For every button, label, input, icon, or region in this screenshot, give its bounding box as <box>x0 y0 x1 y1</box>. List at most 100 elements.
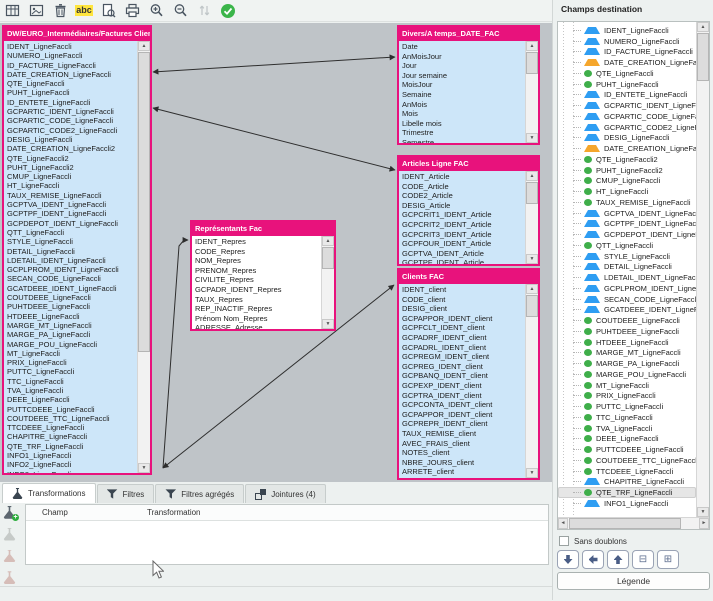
destination-field[interactable]: ID_FACTURE_LigneFaccli <box>558 47 696 58</box>
table-field[interactable]: Libelle mois <box>399 119 525 129</box>
table-field[interactable]: GCPLPROM_IDENT_LigneFaccli <box>4 265 137 274</box>
destination-field[interactable]: HTDEEE_LigneFaccli <box>558 337 696 348</box>
move-down-button[interactable] <box>557 550 579 569</box>
table-field[interactable]: QTE_LigneFaccli2 <box>4 154 137 163</box>
table-field[interactable]: CMUP_LigneFaccli <box>4 172 137 181</box>
destination-field[interactable]: GCATDEEE_IDENT_LigneFaccli <box>558 305 696 316</box>
scroll-thumb[interactable] <box>569 518 681 529</box>
scroll-thumb[interactable] <box>526 182 538 204</box>
table-field[interactable]: LDETAIL_IDENT_LigneFaccli <box>4 256 137 265</box>
destination-field[interactable]: MT_LigneFaccli <box>558 380 696 391</box>
rename-abc-icon[interactable]: abc <box>76 3 92 19</box>
table-field[interactable]: DEEE_LigneFaccli <box>4 395 137 404</box>
table-field[interactable]: QTE_LigneFaccli <box>4 79 137 88</box>
legend-button[interactable]: Légende <box>557 572 710 590</box>
table-field[interactable]: Semestre <box>399 138 525 143</box>
destination-field[interactable]: LDETAIL_IDENT_LigneFaccli <box>558 272 696 283</box>
table-field[interactable]: GCPEXP_IDENT_client <box>399 381 525 391</box>
table-field[interactable]: GCPCRIT1_IDENT_Article <box>399 210 525 220</box>
table-field[interactable]: PRIX_LigneFaccli <box>4 358 137 367</box>
scroll-down-button[interactable]: ▼ <box>526 133 538 143</box>
table-field[interactable]: GCPAPPOR_IDENT_client <box>399 314 525 324</box>
expand-button[interactable]: ⊞ <box>657 550 679 569</box>
table-field[interactable]: TVA_LigneFaccli <box>4 386 137 395</box>
scroll-track[interactable] <box>138 51 150 463</box>
table-field[interactable]: GCATDEEE_IDENT_LigneFaccli <box>4 284 137 293</box>
scroll-track[interactable] <box>322 246 334 319</box>
scroll-up-button[interactable]: ▲ <box>526 171 538 181</box>
table-field[interactable]: STYLE_LigneFaccli <box>4 237 137 246</box>
destination-field[interactable]: COUTDEEE_LigneFaccli <box>558 315 696 326</box>
collapse-button[interactable]: ⊟ <box>632 550 654 569</box>
table-field[interactable]: Date <box>399 42 525 52</box>
table-field[interactable]: DESIG_LigneFaccli <box>4 135 137 144</box>
table-field[interactable]: PRENOM_Repres <box>192 266 321 276</box>
table-field[interactable]: AnMois <box>399 100 525 110</box>
table-field[interactable]: MoisJour <box>399 80 525 90</box>
destination-field[interactable]: GCPTPF_IDENT_LigneFaccli <box>558 219 696 230</box>
table-field[interactable]: GCPARTIC_CODE2_LigneFaccli <box>4 126 137 135</box>
table-field[interactable]: AnMoisJour <box>399 52 525 62</box>
sans-doublons-checkbox[interactable] <box>559 536 569 546</box>
table-field[interactable]: DATE_CREATION_LigneFaccli2 <box>4 144 137 153</box>
table-field[interactable]: GCPARTIC_CODE_LigneFaccli <box>4 116 137 125</box>
join-line-articles[interactable] <box>153 108 395 170</box>
tree-vertical-scrollbar[interactable]: ▲ ▼ <box>696 22 709 517</box>
destination-field[interactable]: MARGE_MT_LigneFaccli <box>558 348 696 359</box>
entity-table-divers[interactable]: Divers/A temps_DATE_FAC DateAnMoisJourJo… <box>397 25 540 145</box>
scroll-down-button[interactable]: ▼ <box>138 463 150 473</box>
table-field[interactable]: GCPCRIT3_IDENT_Article <box>399 230 525 240</box>
table-field[interactable]: CODE2_Article <box>399 191 525 201</box>
table-field[interactable]: IDENT_LigneFaccli <box>4 42 137 51</box>
destination-field[interactable]: QTE_LigneFaccli <box>558 68 696 79</box>
table-field[interactable]: TAUX_Repres <box>192 295 321 305</box>
tab[interactable]: Jointures (4) <box>245 484 325 503</box>
entity-table-title[interactable]: DW/EURO_Intermédiaires/Factures Clien <box>4 27 150 41</box>
table-scrollbar[interactable]: ▲ ▼ <box>525 284 538 478</box>
table-field[interactable]: GCPFOUR_IDENT_Article <box>399 239 525 249</box>
destination-field[interactable]: PUTTC_LigneFaccli <box>558 401 696 412</box>
table-view-icon[interactable] <box>4 3 20 19</box>
trash-icon[interactable] <box>52 3 68 19</box>
table-scrollbar[interactable]: ▲ ▼ <box>525 171 538 264</box>
tree-horizontal-scrollbar[interactable]: ◄ ► <box>558 517 709 529</box>
table-field[interactable]: HT_LigneFaccli <box>4 181 137 190</box>
destination-field[interactable]: TVA_LigneFaccli <box>558 423 696 434</box>
table-field[interactable]: HTDEEE_LigneFaccli <box>4 312 137 321</box>
destination-field[interactable]: GCPARTIC_CODE_LigneFaccli <box>558 111 696 122</box>
tab[interactable]: Filtres agrégés <box>155 484 244 503</box>
destination-field[interactable]: PUTTCDEEE_LigneFaccli <box>558 444 696 455</box>
table-field[interactable]: ADRESSE_Adresse <box>192 323 321 329</box>
destination-field[interactable]: DATE_CREATION_LigneFaccli2 <box>558 143 696 154</box>
sans-doublons-option[interactable]: Sans doublons <box>559 536 627 546</box>
table-field[interactable]: MT_LigneFaccli <box>4 349 137 358</box>
table-field[interactable]: DETAIL_LigneFaccli <box>4 247 137 256</box>
destination-field[interactable]: INFO1_LigneFaccli <box>558 498 696 509</box>
scroll-right-button[interactable]: ► <box>699 518 709 529</box>
scroll-up-button[interactable]: ▲ <box>322 236 334 246</box>
table-field[interactable]: TAUX_REMISE_client <box>399 429 525 439</box>
entity-table-title[interactable]: Divers/A temps_DATE_FAC <box>399 27 538 41</box>
table-field[interactable]: GCPFCLT_IDENT_client <box>399 323 525 333</box>
destination-field[interactable]: DETAIL_LigneFaccli <box>558 262 696 273</box>
destination-field[interactable]: DATE_CREATION_LigneFaccli <box>558 57 696 68</box>
destination-field[interactable]: HT_LigneFaccli <box>558 186 696 197</box>
table-field[interactable]: GCPBANQ_IDENT_client <box>399 371 525 381</box>
join-line-representants[interactable] <box>163 240 188 468</box>
table-scrollbar[interactable]: ▲ ▼ <box>137 41 150 473</box>
scroll-track[interactable] <box>526 181 538 254</box>
zoom-out-icon[interactable] <box>172 3 188 19</box>
destination-field[interactable]: PUHTDEEE_LigneFaccli <box>558 326 696 337</box>
table-field[interactable]: GCPREPR_IDENT_client <box>399 419 525 429</box>
scroll-thumb[interactable] <box>526 52 538 74</box>
table-field[interactable]: CODE_client <box>399 295 525 305</box>
table-field[interactable]: DESIG_client <box>399 304 525 314</box>
table-field[interactable]: PUHT_LigneFaccli2 <box>4 163 137 172</box>
scroll-down-button[interactable]: ▼ <box>322 319 334 329</box>
destination-field[interactable]: GCPARTIC_IDENT_LigneFaccli <box>558 100 696 111</box>
scroll-thumb[interactable] <box>322 247 334 269</box>
table-field[interactable]: GCPADR_IDENT_Repres <box>192 285 321 295</box>
destination-field[interactable]: QTT_LigneFaccli <box>558 240 696 251</box>
destination-field[interactable]: MARGE_PA_LigneFaccli <box>558 358 696 369</box>
scroll-thumb[interactable] <box>697 33 709 81</box>
